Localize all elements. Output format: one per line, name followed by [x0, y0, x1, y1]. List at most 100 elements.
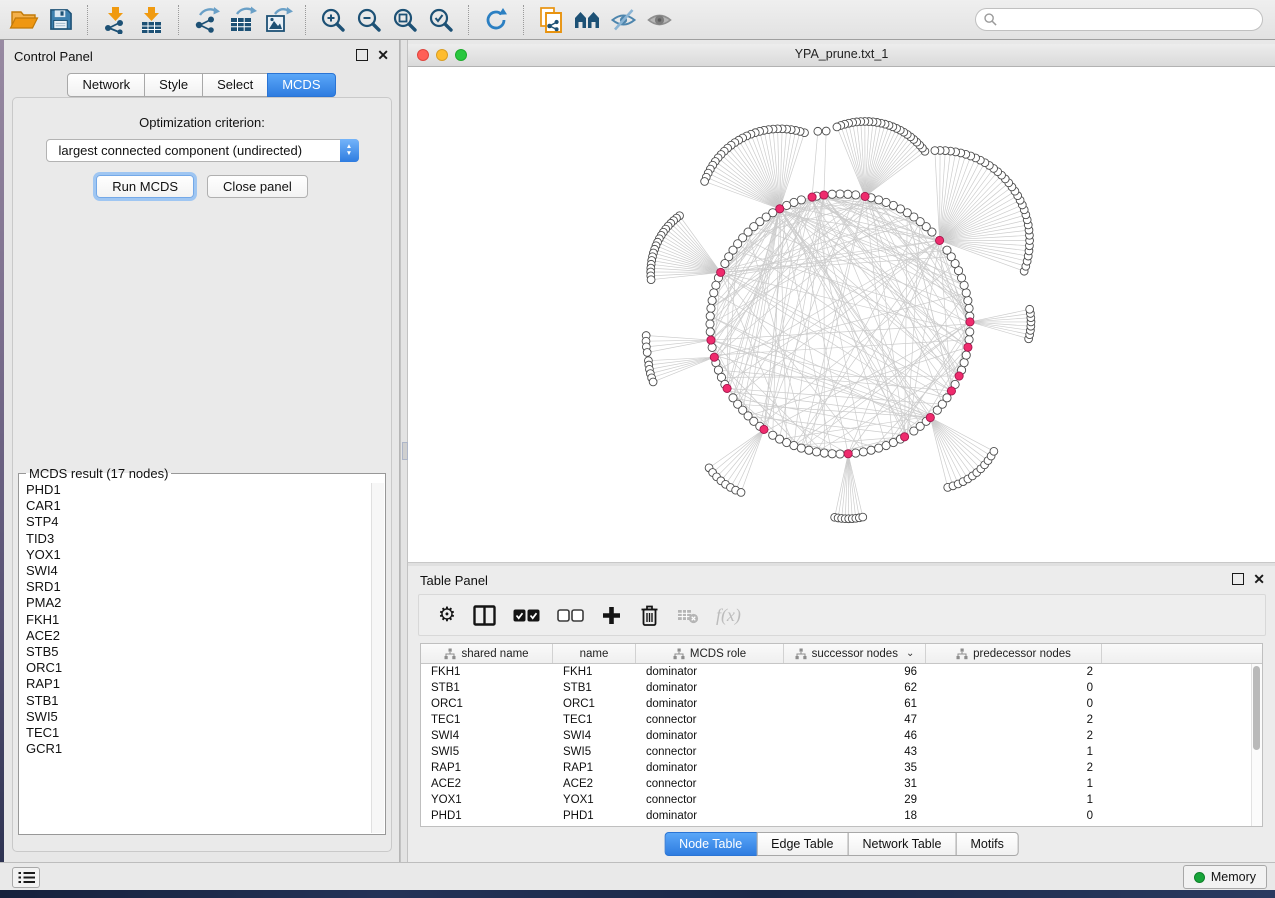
network-node[interactable]	[707, 304, 715, 312]
column-header-mcds-role[interactable]: MCDS role	[636, 644, 784, 663]
table-row[interactable]: RAP1RAP1dominator352	[421, 760, 1262, 776]
mcds-result-item[interactable]: TID3	[26, 531, 385, 547]
mcds-result-item[interactable]: ACE2	[26, 628, 385, 644]
table-cell[interactable]: dominator	[636, 808, 784, 824]
optimization-criterion-select[interactable]: largest connected component (undirected)…	[46, 139, 359, 162]
network-edge[interactable]	[738, 244, 952, 391]
table-cell[interactable]: connector	[636, 712, 784, 728]
network-node[interactable]	[820, 449, 828, 457]
hide-selected-button[interactable]	[605, 4, 641, 36]
table-cell[interactable]: YOX1	[553, 792, 636, 808]
memory-button[interactable]: Memory	[1183, 865, 1267, 889]
table-cell[interactable]: 0	[926, 808, 1102, 824]
network-edge[interactable]	[647, 340, 711, 352]
network-edge[interactable]	[721, 272, 938, 410]
column-header-name[interactable]: name	[553, 644, 636, 663]
network-edge[interactable]	[871, 198, 959, 376]
table-cell[interactable]: RAP1	[421, 760, 553, 776]
table-cell[interactable]: dominator	[636, 760, 784, 776]
network-edge[interactable]	[705, 181, 780, 208]
network-mcds-node[interactable]	[955, 372, 963, 380]
table-cell[interactable]: 2	[926, 712, 1102, 728]
table-cell[interactable]: dominator	[636, 696, 784, 712]
table-cell[interactable]: 1	[926, 792, 1102, 808]
network-node[interactable]	[712, 281, 720, 289]
network-node[interactable]	[965, 304, 973, 312]
table-cell[interactable]: dominator	[636, 664, 784, 680]
open-file-button[interactable]	[6, 4, 42, 36]
network-mcds-node[interactable]	[964, 343, 972, 351]
network-edge[interactable]	[717, 429, 764, 476]
mcds-list-scrollbar[interactable]	[371, 483, 384, 833]
network-edge[interactable]	[751, 134, 780, 209]
close-panel-button[interactable]: Close panel	[207, 175, 308, 198]
mcds-result-item[interactable]: FKH1	[26, 612, 385, 628]
network-edge[interactable]	[724, 151, 779, 209]
network-node[interactable]	[836, 190, 844, 198]
network-node[interactable]	[960, 281, 968, 289]
zoom-in-button[interactable]	[315, 4, 351, 36]
deselect-all-button[interactable]	[557, 609, 584, 622]
tab-motifs[interactable]: Motifs	[955, 832, 1018, 856]
network-mcds-node[interactable]	[723, 384, 731, 392]
network-edge[interactable]	[930, 418, 963, 482]
network-edge[interactable]	[849, 123, 865, 196]
network-node[interactable]	[822, 127, 830, 135]
window-zoom-icon[interactable]	[455, 49, 467, 61]
mcds-result-list[interactable]: PHD1CAR1STP4TID3YOX1SWI4SRD1PMA2FKH1ACE2…	[19, 481, 385, 757]
sort-indicator-icon[interactable]: ⌄	[906, 648, 914, 659]
network-edge[interactable]	[651, 272, 721, 279]
network-node[interactable]	[859, 513, 867, 521]
table-cell[interactable]: FKH1	[553, 664, 636, 680]
network-mcds-node[interactable]	[776, 205, 784, 213]
column-header-successor-nodes[interactable]: successor nodes ⌄	[784, 644, 926, 663]
network-node[interactable]	[828, 190, 836, 198]
network-window-titlebar[interactable]: YPA_prune.txt_1	[408, 44, 1275, 67]
tab-node-table[interactable]: Node Table	[664, 832, 757, 856]
window-minimize-icon[interactable]	[436, 49, 448, 61]
network-node[interactable]	[931, 147, 939, 155]
table-cell[interactable]: STB1	[553, 680, 636, 696]
network-edge[interactable]	[940, 240, 1029, 251]
close-table-panel-icon[interactable]: ✕	[1253, 573, 1265, 585]
network-node[interactable]	[962, 351, 970, 359]
network-edge[interactable]	[718, 158, 780, 209]
mcds-result-item[interactable]: STB5	[26, 644, 385, 660]
network-edge[interactable]	[848, 454, 859, 518]
table-cell[interactable]: RAP1	[553, 760, 636, 776]
table-row[interactable]: ACE2ACE2connector311	[421, 776, 1262, 792]
network-node[interactable]	[882, 198, 890, 206]
table-cell[interactable]: 61	[784, 696, 926, 712]
table-cell[interactable]: 2	[926, 760, 1102, 776]
table-cell[interactable]: 43	[784, 744, 926, 760]
table-cell[interactable]: 2	[926, 664, 1102, 680]
mcds-result-item[interactable]: STB1	[26, 693, 385, 709]
table-cell[interactable]: SWI5	[421, 744, 553, 760]
table-cell[interactable]: TEC1	[421, 712, 553, 728]
network-edge[interactable]	[865, 148, 922, 196]
network-mcds-node[interactable]	[707, 336, 715, 344]
network-node[interactable]	[708, 343, 716, 351]
mcds-result-item[interactable]: PHD1	[26, 482, 385, 498]
network-mcds-node[interactable]	[808, 193, 816, 201]
network-node[interactable]	[706, 320, 714, 328]
network-edge[interactable]	[646, 336, 711, 341]
export-table-button[interactable]	[224, 4, 260, 36]
network-node[interactable]	[966, 328, 974, 336]
network-node[interactable]	[706, 328, 714, 336]
network-edge[interactable]	[764, 200, 801, 430]
network-node[interactable]	[962, 289, 970, 297]
network-edge[interactable]	[865, 145, 920, 196]
network-mcds-node[interactable]	[820, 191, 828, 199]
vertical-splitter[interactable]	[400, 40, 408, 862]
mcds-result-item[interactable]: STP4	[26, 514, 385, 530]
network-node[interactable]	[814, 127, 822, 135]
zoom-out-button[interactable]	[351, 4, 387, 36]
select-all-button[interactable]	[513, 609, 540, 622]
table-cell[interactable]: connector	[636, 792, 784, 808]
zoom-selected-button[interactable]	[423, 4, 459, 36]
mcds-result-item[interactable]: YOX1	[26, 547, 385, 563]
table-cell[interactable]: 0	[926, 680, 1102, 696]
save-session-button[interactable]	[42, 4, 78, 36]
show-task-history-button[interactable]	[12, 867, 40, 888]
